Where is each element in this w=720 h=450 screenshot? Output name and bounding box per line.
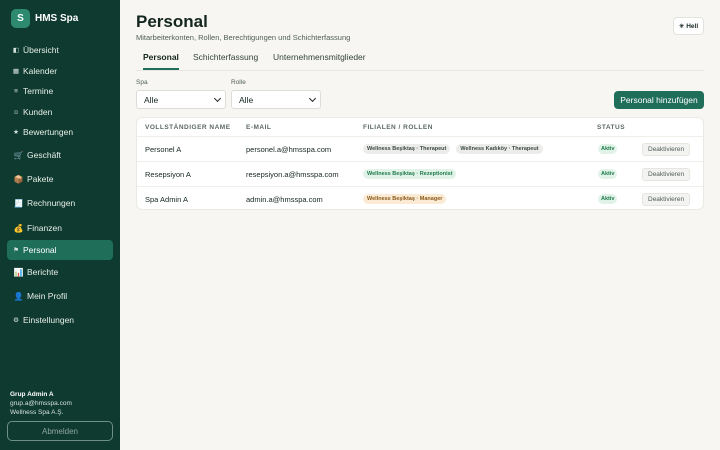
sidebar: S HMS Spa ◧ Übersicht ▦ Kalender ≡ Termi… <box>0 0 120 450</box>
role-filter-label: Rolle <box>231 79 246 86</box>
money-bag-icon: 💰 <box>13 223 24 233</box>
staff-email: admin.a@hmsspa.com <box>246 194 323 204</box>
status-cell: Aktiv <box>598 162 618 186</box>
list-icon: ≡ <box>14 87 18 95</box>
sidebar-item-kunden[interactable]: ☺ Kunden <box>7 102 113 122</box>
user-email: grup.a@hmsspa.com <box>10 400 72 407</box>
sidebar-item-label: Personal <box>23 245 57 255</box>
sidebar-item-kalender[interactable]: ▦ Kalender <box>7 61 113 81</box>
column-header-status: STATUS <box>597 124 626 131</box>
sidebar-item-label: Pakete <box>27 174 54 184</box>
star-icon: ★ <box>13 129 19 136</box>
sidebar-item-label: Mein Profil <box>27 291 68 301</box>
action-cell: Deaktivieren <box>642 137 691 161</box>
add-staff-button[interactable]: Personal hinzufügen <box>614 91 704 109</box>
user-info: Grup Admin A grup.a@hmsspa.com Wellness … <box>10 390 72 417</box>
brand-logo: S <box>11 9 30 28</box>
brand-name: HMS Spa <box>35 13 79 24</box>
spa-filter-value: Alle <box>144 94 159 105</box>
sidebar-item-mein-profil[interactable]: 👤 Mein Profil <box>7 286 113 306</box>
sidebar-item-label: Kunden <box>23 107 53 117</box>
deactivate-button[interactable]: Deaktivieren <box>642 192 691 206</box>
role-chip: Wellness Beşiktaş · Manager <box>363 194 447 204</box>
cart-icon: 🛒 <box>13 150 24 160</box>
sidebar-item-label: Einstellungen <box>23 315 75 325</box>
staff-roles: Wellness Beşiktaş · Therapeut Wellness K… <box>363 137 549 161</box>
table-row: Personel A personel.a@hmsspa.com Wellnes… <box>137 136 703 161</box>
column-header-roles: FILIALEN / ROLLEN <box>363 124 433 131</box>
sidebar-item-geschaeft[interactable]: 🛒 Geschäft <box>7 145 113 165</box>
sidebar-item-label: Bewertungen <box>23 127 74 137</box>
sidebar-item-berichte[interactable]: 📊 Berichte <box>7 262 113 282</box>
status-badge: Aktiv <box>598 194 618 204</box>
sidebar-item-label: Termine <box>23 86 54 96</box>
sidebar-item-personal[interactable]: ⚑ Personal <box>7 240 113 260</box>
sun-icon: ☀ <box>678 23 685 30</box>
brand[interactable]: S HMS Spa <box>11 9 78 28</box>
staff-email: personel.a@hmsspa.com <box>246 144 332 154</box>
staff-name: Personel A <box>145 144 182 154</box>
page-subtitle: Mitarbeiterkonten, Rollen, Berechtigunge… <box>136 33 351 42</box>
theme-toggle-button[interactable]: ☀ Hell <box>673 17 704 35</box>
flag-icon: ⚑ <box>13 247 19 254</box>
staff-name: Resepsiyon A <box>145 169 191 179</box>
sidebar-item-finanzen[interactable]: 💰 Finanzen <box>7 218 113 238</box>
gear-icon: ⚙ <box>13 317 19 324</box>
column-header-email: E-MAIL <box>246 124 272 131</box>
package-icon: 📦 <box>13 174 24 184</box>
chart-icon: 📊 <box>13 267 24 277</box>
sidebar-item-einstellungen[interactable]: ⚙ Einstellungen <box>7 310 113 330</box>
spa-filter-label: Spa <box>136 79 148 86</box>
sidebar-item-label: Rechnungen <box>27 198 76 208</box>
spa-filter-select[interactable]: Alle <box>136 90 226 109</box>
status-cell: Aktiv <box>598 187 618 211</box>
action-cell: Deaktivieren <box>642 187 691 211</box>
sidebar-item-label: Geschäft <box>27 150 62 160</box>
status-badge: Aktiv <box>598 169 618 179</box>
user-name: Grup Admin A <box>10 391 54 398</box>
calendar-icon: ▦ <box>12 68 20 75</box>
sidebar-item-label: Finanzen <box>27 223 62 233</box>
deactivate-button[interactable]: Deaktivieren <box>642 167 691 181</box>
theme-label: Hell <box>686 22 699 30</box>
user-icon: 👤 <box>13 291 24 301</box>
tab-schichterfassung[interactable]: Schichterfassung <box>193 52 258 70</box>
staff-roles: Wellness Beşiktaş · Rezeptionist <box>363 162 462 186</box>
sidebar-item-label: Übersicht <box>23 45 59 55</box>
sidebar-item-rechnungen[interactable]: 🧾 Rechnungen <box>7 193 113 213</box>
role-chip: Wellness Kadıköy · Therapeut <box>456 144 543 154</box>
sidebar-item-uebersicht[interactable]: ◧ Übersicht <box>7 40 113 60</box>
receipt-icon: 🧾 <box>13 198 24 208</box>
user-company: Wellness Spa A.Ş. <box>10 409 64 416</box>
tab-unternehmensmitglieder[interactable]: Unternehmensmitglieder <box>273 52 366 70</box>
staff-roles: Wellness Beşiktaş · Manager <box>363 187 452 211</box>
status-cell: Aktiv <box>598 137 618 161</box>
role-filter-value: Alle <box>239 94 254 105</box>
sidebar-item-pakete[interactable]: 📦 Pakete <box>7 169 113 189</box>
table-row: Spa Admin A admin.a@hmsspa.com Wellness … <box>137 186 703 211</box>
overview-icon: ◧ <box>12 47 20 54</box>
sidebar-item-bewertungen[interactable]: ★ Bewertungen <box>7 122 113 142</box>
staff-email: resepsiyon.a@hmsspa.com <box>246 169 339 179</box>
page-title: Personal <box>136 12 208 31</box>
staff-name: Spa Admin A <box>145 194 188 204</box>
sidebar-item-termine[interactable]: ≡ Termine <box>7 81 113 101</box>
chevron-down-icon <box>213 94 222 103</box>
table-row: Resepsiyon A resepsiyon.a@hmsspa.com Wel… <box>137 161 703 186</box>
action-cell: Deaktivieren <box>642 162 691 186</box>
deactivate-button[interactable]: Deaktivieren <box>642 142 691 156</box>
logout-button[interactable]: Abmelden <box>7 421 113 441</box>
sidebar-item-label: Kalender <box>23 66 58 76</box>
tabs-divider <box>136 70 704 71</box>
staff-table: VOLLSTÄNDIGER NAME E-MAIL FILIALEN / ROL… <box>136 117 704 210</box>
customers-icon: ☺ <box>12 108 20 116</box>
sidebar-item-label: Berichte <box>27 267 59 277</box>
chevron-down-icon <box>308 94 317 103</box>
status-badge: Aktiv <box>598 144 618 154</box>
tab-personal[interactable]: Personal <box>143 52 179 70</box>
role-filter-select[interactable]: Alle <box>231 90 321 109</box>
column-header-name: VOLLSTÄNDIGER NAME <box>145 124 231 131</box>
role-chip: Wellness Beşiktaş · Therapeut <box>363 144 451 154</box>
role-chip: Wellness Beşiktaş · Rezeptionist <box>363 169 457 179</box>
